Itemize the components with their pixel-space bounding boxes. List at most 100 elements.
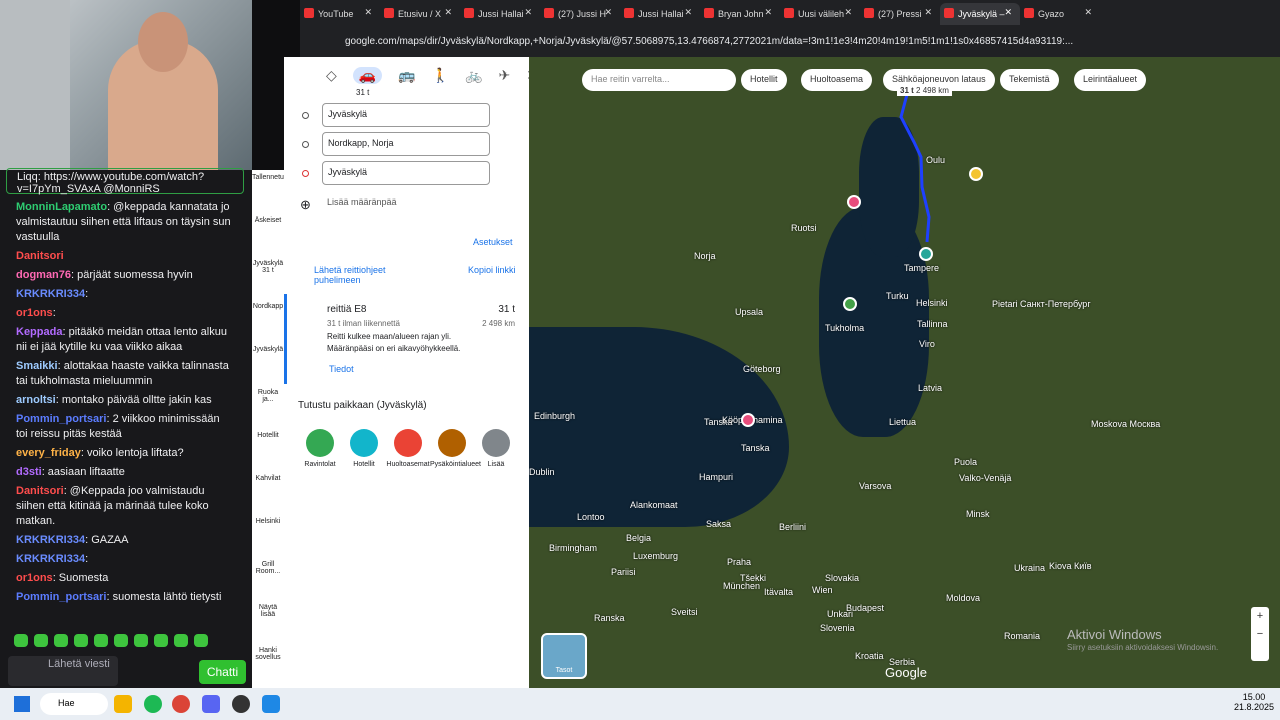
taskbar-search[interactable]: Hae [40,693,108,715]
chat-message: arnoltsi: montako päivää olltte jakin ka… [0,391,248,410]
rail-item[interactable]: Jyväskylä 31 t [252,256,284,299]
rail-item[interactable]: Hotellit [252,428,284,471]
rail-item[interactable]: Äskeiset [252,213,284,256]
chat-message: d3sti: aasiaan liftaatte [0,463,248,482]
browser-tab[interactable]: Bryan John ✕ [700,3,780,25]
map-place-label: Minsk [966,509,990,519]
stream-chat-panel: Liqq: https://www.youtube.com/watch?v=I7… [0,0,252,688]
start-field[interactable]: Jyväskylä [322,103,490,127]
map-place-label: Puola [954,457,978,467]
browser-tab[interactable]: (27) Jussi H ✕ [540,3,620,25]
chat-message: KRKRKRI334: GAZAA [0,531,248,550]
settings-link[interactable]: Asetukset [473,237,513,247]
copy-link[interactable]: Kopioi linkki [468,265,518,275]
layers-button[interactable]: Tasot [541,633,587,679]
map-place-label: Valko-Venäjä [959,473,1012,483]
close-tab-icon: ✕ [1084,7,1092,17]
chat-username: KRKRKRI334 [16,553,86,565]
close-tab-icon: ✕ [524,7,532,17]
activate-watermark-sub: Siirry asetuksiin aktivoidaksesi Windows… [1067,643,1219,652]
zoom-controls[interactable]: + − [1251,607,1269,661]
chat-send-button[interactable]: Chatti [199,660,246,684]
rail-item[interactable]: Grill Room... [252,557,284,600]
bike-icon: 🚲 [465,67,483,83]
filter-chip[interactable]: Tekemistä [1000,69,1059,91]
route-name: reittiä E8 [327,304,367,315]
discord-icon[interactable] [202,695,220,713]
map-place-label: Saksa [706,519,732,529]
browser-tab[interactable]: Gyazo ✕ [1020,3,1100,25]
chat-username: KRKRKRI334 [16,288,86,300]
browser-tab[interactable]: Etusivu / X ✕ [380,3,460,25]
filter-chip[interactable]: Leirintäalueet [1074,69,1147,91]
map-place-label: Slovakia [825,573,860,583]
chat-message: Pommin_portsari: suomesta lähtö tietysti [0,588,248,607]
chat-input[interactable]: Lähetä viesti [8,656,118,686]
category-button[interactable]: Pysäköintialueet [430,429,481,468]
map-place-label: Turku [886,291,909,301]
send-to-phone[interactable]: Lähetä reittiohjeet puhelimeen [314,265,424,285]
filter-chip[interactable]: Hotellit [741,69,787,91]
chrome-icon[interactable] [172,695,190,713]
category-button[interactable]: Huoltoasemat [386,429,430,468]
route-time: 31 t [498,304,515,315]
windows-start-icon[interactable] [14,696,30,712]
close-tab-icon: ✕ [764,7,772,17]
obs-icon[interactable] [232,695,250,713]
map-pin [741,413,755,427]
rail-item[interactable]: Nordkapp [252,299,284,342]
close-tab-icon: ✕ [924,7,932,17]
chat-username: arnoltsi [16,394,56,406]
rail-item[interactable]: Ruoka ja... [252,385,284,428]
via-field[interactable]: Nordkapp, Norja [322,132,490,156]
emote-row[interactable] [14,634,208,647]
category-button[interactable]: Hotellit [342,429,386,468]
pinned-link[interactable]: Liqq: https://www.youtube.com/watch?v=I7… [6,168,244,195]
rail-item[interactable]: Näytä lisää [252,600,284,643]
tab-favicon-icon [384,8,394,18]
chat-message: KRKRKRI334: [0,285,248,304]
satellite-map[interactable]: Hotellit Huoltoasema Sähköajoneuvon lataus… [529,57,1280,688]
chat-text: : GAZAA [85,534,129,546]
address-bar[interactable]: google.com/maps/dir/Jyväskylä/Nordkapp,+… [330,33,1078,51]
map-place-label: Edinburgh [534,411,576,421]
browser-tab[interactable]: YouTube ✕ [300,3,380,25]
map-place-label: Ruotsi [791,223,817,233]
browser-tab[interactable]: Jussi Hallai ✕ [460,3,540,25]
end-pin-icon [302,170,309,177]
map-search[interactable]: Hae reitin varrelta... [582,69,736,91]
map-place-label: Ranska [594,613,625,623]
rail-item[interactable]: Tallennetut [252,170,286,213]
route-card[interactable]: reittiä E8 31 t 31 t ilman liikennettä 2… [284,294,529,384]
rail-item[interactable]: Hanki sovellus [252,643,284,686]
map-place-label: Kroatia [855,651,884,661]
category-button[interactable]: Ravintolat [298,429,342,468]
explorer-icon[interactable] [114,695,132,713]
taskbar: Hae 15.00 21.8.2025 [0,688,1280,720]
browser-tab[interactable]: Uusi välileh ✕ [780,3,860,25]
chat-username: Danitsori [16,485,64,497]
rail-item[interactable]: Kahvilat [252,471,284,514]
category-button[interactable]: Lisää [474,429,518,468]
warning-1: Reitti kulkee maan/alueen rajan yli. [327,332,452,341]
rail-item[interactable]: Jyväskylä [252,342,284,385]
chat-message: Danitsori: @Keppada joo valmistaudu siih… [0,482,248,531]
chat-text: : [52,307,56,319]
tab-favicon-icon [464,8,474,18]
map-place-label: Tanska [741,443,770,453]
spotify-icon[interactable] [144,695,162,713]
browser-tab[interactable]: (27) Pressi ✕ [860,3,940,25]
map-place-label: Pariisi [611,567,636,577]
route-time-bubble: 31 t 2 498 km [897,85,952,96]
clock[interactable]: 15.00 21.8.2025 [1234,692,1274,712]
rail-item[interactable]: Helsinki [252,514,284,557]
end-field[interactable]: Jyväskylä [322,161,490,185]
add-destination[interactable]: Lisää määränpää [327,197,397,207]
app-icon[interactable] [262,695,280,713]
chat-username: Keppada [16,326,63,338]
filter-chip[interactable]: Huoltoasema [801,69,873,91]
browser-tab[interactable]: Jussi Hallai ✕ [620,3,700,25]
browser-tab[interactable]: Jyväskylä – ✕ [940,3,1020,25]
map-place-label: Moskova Москва [1091,419,1161,429]
travel-modes[interactable]: ◇🚗🚌🚶🚲✈✕ [326,67,538,84]
